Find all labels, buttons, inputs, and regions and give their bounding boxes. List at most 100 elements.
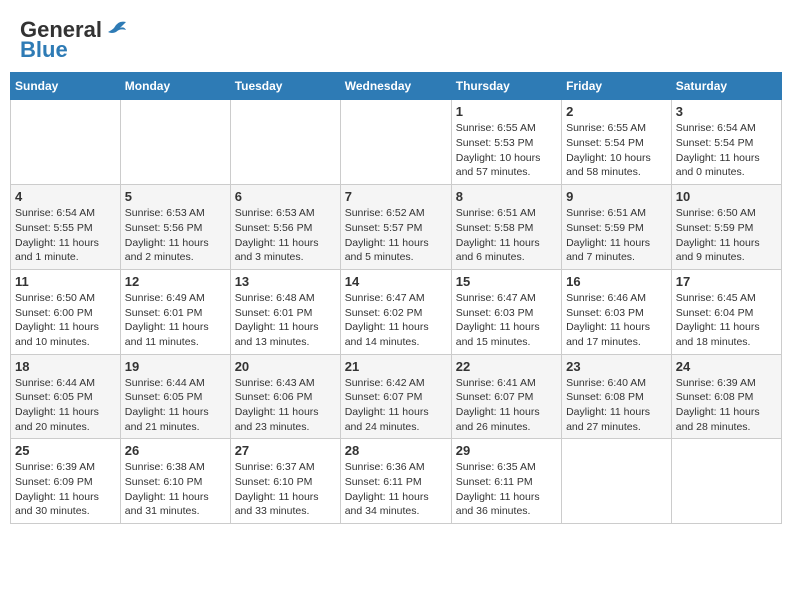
col-friday: Friday [562,73,672,100]
day-cell: 18 Sunrise: 6:44 AM Sunset: 6:05 PM Dayli… [11,354,121,439]
day-cell: 13 Sunrise: 6:48 AM Sunset: 6:01 PM Dayli… [230,269,340,354]
day-cell: 2 Sunrise: 6:55 AM Sunset: 5:54 PM Daylig… [562,100,672,185]
day-info: Sunrise: 6:51 AM Sunset: 5:58 PM Dayligh… [456,206,557,265]
day-number: 4 [15,189,116,204]
day-number: 18 [15,359,116,374]
day-number: 13 [235,274,336,289]
day-cell [230,100,340,185]
week-row-1: 1 Sunrise: 6:55 AM Sunset: 5:53 PM Daylig… [11,100,782,185]
day-number: 14 [345,274,447,289]
day-info: Sunrise: 6:41 AM Sunset: 6:07 PM Dayligh… [456,376,557,435]
day-info: Sunrise: 6:40 AM Sunset: 6:08 PM Dayligh… [566,376,667,435]
day-number: 29 [456,443,557,458]
col-tuesday: Tuesday [230,73,340,100]
day-number: 3 [676,104,777,119]
day-info: Sunrise: 6:50 AM Sunset: 6:00 PM Dayligh… [15,291,116,350]
calendar-table: Sunday Monday Tuesday Wednesday Thursday… [10,72,782,524]
day-info: Sunrise: 6:47 AM Sunset: 6:02 PM Dayligh… [345,291,447,350]
col-sunday: Sunday [11,73,121,100]
day-number: 10 [676,189,777,204]
day-number: 8 [456,189,557,204]
day-info: Sunrise: 6:53 AM Sunset: 5:56 PM Dayligh… [235,206,336,265]
day-info: Sunrise: 6:46 AM Sunset: 6:03 PM Dayligh… [566,291,667,350]
week-row-5: 25Sunrise: 6:39 AM Sunset: 6:09 PM Dayli… [11,439,782,524]
day-info: Sunrise: 6:36 AM Sunset: 6:11 PM Dayligh… [345,460,447,519]
day-cell: 8 Sunrise: 6:51 AM Sunset: 5:58 PM Daylig… [451,185,561,270]
day-cell: 11Sunrise: 6:50 AM Sunset: 6:00 PM Dayli… [11,269,121,354]
day-info: Sunrise: 6:51 AM Sunset: 5:59 PM Dayligh… [566,206,667,265]
col-monday: Monday [120,73,230,100]
week-row-3: 11Sunrise: 6:50 AM Sunset: 6:00 PM Dayli… [11,269,782,354]
day-info: Sunrise: 6:44 AM Sunset: 6:05 PM Dayligh… [15,376,116,435]
day-number: 7 [345,189,447,204]
day-cell: 27 Sunrise: 6:37 AM Sunset: 6:10 PM Dayli… [230,439,340,524]
day-number: 15 [456,274,557,289]
day-cell: 3 Sunrise: 6:54 AM Sunset: 5:54 PM Daylig… [671,100,781,185]
day-cell [11,100,121,185]
day-cell: 29Sunrise: 6:35 AM Sunset: 6:11 PM Dayli… [451,439,561,524]
day-info: Sunrise: 6:49 AM Sunset: 6:01 PM Dayligh… [125,291,226,350]
day-number: 21 [345,359,447,374]
day-info: Sunrise: 6:54 AM Sunset: 5:55 PM Dayligh… [15,206,116,265]
day-cell: 1 Sunrise: 6:55 AM Sunset: 5:53 PM Daylig… [451,100,561,185]
bird-icon [106,18,128,38]
day-number: 2 [566,104,667,119]
day-cell: 28 Sunrise: 6:36 AM Sunset: 6:11 PM Dayli… [340,439,451,524]
col-thursday: Thursday [451,73,561,100]
day-cell [562,439,672,524]
day-number: 24 [676,359,777,374]
day-info: Sunrise: 6:42 AM Sunset: 6:07 PM Dayligh… [345,376,447,435]
day-cell: 23 Sunrise: 6:40 AM Sunset: 6:08 PM Dayli… [562,354,672,439]
day-cell [671,439,781,524]
day-cell: 7 Sunrise: 6:52 AM Sunset: 5:57 PM Daylig… [340,185,451,270]
day-number: 27 [235,443,336,458]
day-number: 1 [456,104,557,119]
day-cell: 15 Sunrise: 6:47 AM Sunset: 6:03 PM Dayli… [451,269,561,354]
day-info: Sunrise: 6:55 AM Sunset: 5:54 PM Dayligh… [566,121,667,180]
day-number: 22 [456,359,557,374]
header-row: Sunday Monday Tuesday Wednesday Thursday… [11,73,782,100]
week-row-4: 18 Sunrise: 6:44 AM Sunset: 6:05 PM Dayli… [11,354,782,439]
day-number: 26 [125,443,226,458]
day-cell [120,100,230,185]
logo-blue: Blue [20,38,68,62]
day-cell: 25Sunrise: 6:39 AM Sunset: 6:09 PM Dayli… [11,439,121,524]
day-info: Sunrise: 6:55 AM Sunset: 5:53 PM Dayligh… [456,121,557,180]
day-number: 23 [566,359,667,374]
day-cell: 12 Sunrise: 6:49 AM Sunset: 6:01 PM Dayli… [120,269,230,354]
day-number: 19 [125,359,226,374]
day-info: Sunrise: 6:37 AM Sunset: 6:10 PM Dayligh… [235,460,336,519]
day-cell: 20 Sunrise: 6:43 AM Sunset: 6:06 PM Dayli… [230,354,340,439]
day-cell: 16 Sunrise: 6:46 AM Sunset: 6:03 PM Dayli… [562,269,672,354]
day-info: Sunrise: 6:48 AM Sunset: 6:01 PM Dayligh… [235,291,336,350]
day-info: Sunrise: 6:47 AM Sunset: 6:03 PM Dayligh… [456,291,557,350]
day-number: 5 [125,189,226,204]
day-cell [340,100,451,185]
day-number: 20 [235,359,336,374]
day-number: 6 [235,189,336,204]
day-cell: 5Sunrise: 6:53 AM Sunset: 5:56 PM Daylig… [120,185,230,270]
day-info: Sunrise: 6:44 AM Sunset: 6:05 PM Dayligh… [125,376,226,435]
day-number: 12 [125,274,226,289]
day-number: 28 [345,443,447,458]
col-saturday: Saturday [671,73,781,100]
week-row-2: 4 Sunrise: 6:54 AM Sunset: 5:55 PM Daylig… [11,185,782,270]
day-cell: 14 Sunrise: 6:47 AM Sunset: 6:02 PM Dayli… [340,269,451,354]
day-info: Sunrise: 6:39 AM Sunset: 6:09 PM Dayligh… [15,460,116,519]
day-cell: 17Sunrise: 6:45 AM Sunset: 6:04 PM Dayli… [671,269,781,354]
logo: General Blue [20,18,128,62]
day-cell: 21 Sunrise: 6:42 AM Sunset: 6:07 PM Dayli… [340,354,451,439]
day-number: 16 [566,274,667,289]
day-cell: 24Sunrise: 6:39 AM Sunset: 6:08 PM Dayli… [671,354,781,439]
day-info: Sunrise: 6:38 AM Sunset: 6:10 PM Dayligh… [125,460,226,519]
day-cell: 10Sunrise: 6:50 AM Sunset: 5:59 PM Dayli… [671,185,781,270]
day-cell: 4 Sunrise: 6:54 AM Sunset: 5:55 PM Daylig… [11,185,121,270]
day-cell: 6 Sunrise: 6:53 AM Sunset: 5:56 PM Daylig… [230,185,340,270]
day-info: Sunrise: 6:52 AM Sunset: 5:57 PM Dayligh… [345,206,447,265]
day-info: Sunrise: 6:54 AM Sunset: 5:54 PM Dayligh… [676,121,777,180]
day-info: Sunrise: 6:43 AM Sunset: 6:06 PM Dayligh… [235,376,336,435]
day-cell: 19 Sunrise: 6:44 AM Sunset: 6:05 PM Dayli… [120,354,230,439]
day-cell: 22 Sunrise: 6:41 AM Sunset: 6:07 PM Dayli… [451,354,561,439]
day-cell: 9Sunrise: 6:51 AM Sunset: 5:59 PM Daylig… [562,185,672,270]
col-wednesday: Wednesday [340,73,451,100]
